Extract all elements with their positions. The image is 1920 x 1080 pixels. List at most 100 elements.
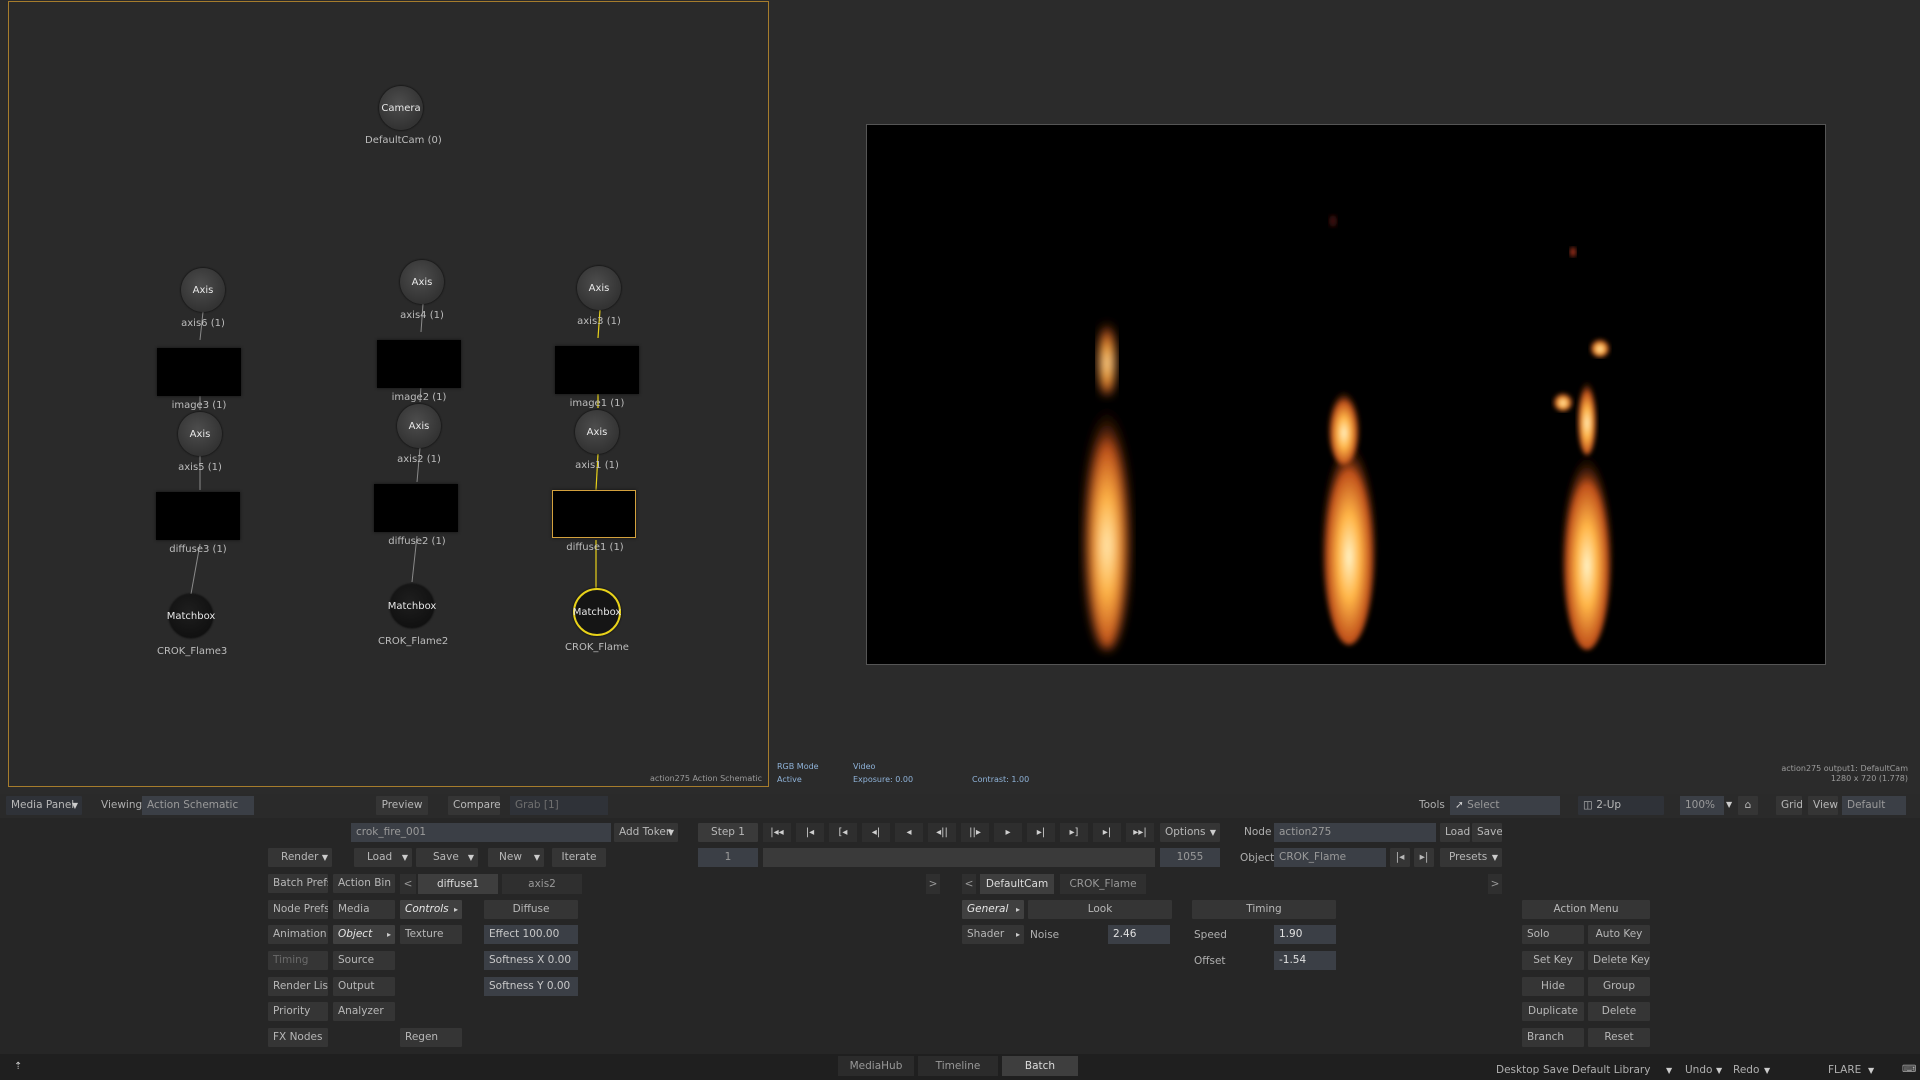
render-list-button[interactable]: Render List [268, 977, 328, 996]
view-preset-dropdown[interactable]: Default [1842, 796, 1906, 815]
select-tool-button[interactable]: ➚ Select [1450, 796, 1560, 815]
output-button[interactable]: Output [333, 977, 395, 996]
solo-button[interactable]: Solo [1522, 925, 1584, 944]
frame-scrubber[interactable] [763, 848, 1155, 867]
render-button[interactable]: Render ▼ [268, 848, 332, 867]
tab-mediahub[interactable]: MediaHub [838, 1056, 914, 1076]
source-button[interactable]: Source [333, 951, 395, 970]
step-back-keyframe-icon[interactable]: ◂| [862, 823, 890, 842]
prev-marker-icon[interactable]: [◂ [829, 823, 857, 842]
next-keyframe-icon[interactable]: ▸| [1093, 823, 1121, 842]
tab-crok-flame[interactable]: CROK_Flame [1060, 874, 1146, 894]
tabs-scroll-right-icon[interactable]: > [926, 874, 940, 894]
zoom-field[interactable]: 100% [1680, 796, 1724, 815]
matchbox-node-1[interactable]: Matchbox [573, 588, 621, 636]
current-frame-field[interactable]: 1 [698, 848, 758, 867]
softness-x-field[interactable]: Softness X 0.00 [484, 951, 578, 970]
viewing-dropdown[interactable]: Action Schematic [142, 796, 254, 815]
hide-button[interactable]: Hide [1522, 977, 1584, 996]
zoom-chevron-down-icon[interactable]: ▼ [1726, 800, 1732, 809]
axis-node-4[interactable]: Axis [400, 260, 444, 304]
grab-field[interactable]: Grab [1] [510, 796, 608, 815]
axis-node-3[interactable]: Axis [577, 266, 621, 310]
action-schematic[interactable]: Camera DefaultCam (0) Axis axis6 (1) ima… [8, 1, 769, 787]
play-reverse-icon[interactable]: ◂|| [928, 823, 956, 842]
compare-button[interactable]: Compare [448, 796, 500, 815]
tabs-scroll-right-icon-2[interactable]: > [1488, 874, 1502, 894]
two-up-button[interactable]: ◫ 2-Up [1578, 796, 1664, 815]
add-token-dropdown[interactable]: Add Token ▼ [614, 823, 678, 842]
object-button[interactable]: Object ▸ [333, 925, 395, 944]
media-panel-dropdown[interactable]: Media Panel ▼ [6, 796, 82, 815]
tab-axis2[interactable]: axis2 [502, 874, 582, 894]
branch-button[interactable]: Branch [1522, 1028, 1584, 1047]
library-dropdown[interactable]: Default Library [1572, 1064, 1650, 1076]
texture-button[interactable]: Texture [400, 925, 462, 944]
duplicate-button[interactable]: Duplicate [1522, 1002, 1584, 1021]
set-key-button[interactable]: Set Key [1522, 951, 1584, 970]
auto-key-button[interactable]: Auto Key [1588, 925, 1650, 944]
axis-node-6[interactable]: Axis [181, 268, 225, 312]
tab-batch[interactable]: Batch [1002, 1056, 1078, 1076]
node-load-button[interactable]: Load [1440, 823, 1470, 842]
timing-button[interactable]: Timing [268, 951, 328, 970]
speed-field[interactable]: 1.90 [1274, 925, 1336, 944]
delete-button[interactable]: Delete [1588, 1002, 1650, 1021]
media-button[interactable]: Media [333, 900, 395, 919]
go-to-end-icon[interactable]: ▸▸| [1126, 823, 1154, 842]
next-object-icon[interactable]: ▸| [1414, 848, 1434, 867]
offset-field[interactable]: -1.54 [1274, 951, 1336, 970]
bottom-save-button[interactable]: Save [1543, 1064, 1569, 1076]
axis-node-5[interactable]: Axis [178, 412, 222, 456]
app-chevron-down-icon[interactable]: ▼ [1868, 1066, 1874, 1075]
play-icon[interactable]: ▸ [994, 823, 1022, 842]
general-button[interactable]: General ▸ [962, 900, 1024, 919]
tabs-scroll-left-icon[interactable]: < [400, 874, 416, 894]
diffuse-node-3[interactable] [156, 492, 240, 540]
matchbox-node-2[interactable]: Matchbox [388, 584, 436, 628]
presets-dropdown[interactable]: Presets ▼ [1440, 848, 1502, 867]
analyzer-button[interactable]: Analyzer [333, 1002, 395, 1021]
tab-defaultcam[interactable]: DefaultCam [980, 874, 1054, 894]
load-setup-button[interactable]: Load ▼ [354, 848, 412, 867]
group-button[interactable]: Group [1588, 977, 1650, 996]
tab-diffuse1[interactable]: diffuse1 [418, 874, 498, 894]
home-icon[interactable]: ⌂ [1738, 796, 1758, 815]
prev-keyframe-icon[interactable]: |◂ [796, 823, 824, 842]
setup-name-field[interactable]: crok_fire_001 [351, 823, 611, 842]
prev-object-icon[interactable]: |◂ [1390, 848, 1410, 867]
diffuse-node-2[interactable] [374, 484, 458, 532]
effect-field[interactable]: Effect 100.00 [484, 925, 578, 944]
tab-timeline[interactable]: Timeline [918, 1056, 998, 1076]
image-node-1[interactable] [555, 346, 639, 394]
object-field[interactable]: CROK_Flame [1274, 848, 1386, 867]
regen-button[interactable]: Regen [400, 1028, 462, 1047]
redo-button[interactable]: Redo [1733, 1064, 1759, 1076]
node-field[interactable]: action275 [1274, 823, 1436, 842]
diffuse-node-1[interactable] [552, 490, 636, 538]
end-frame-field[interactable]: 1055 [1160, 848, 1220, 867]
animation-button[interactable]: Animation [268, 925, 328, 944]
softness-y-field[interactable]: Softness Y 0.00 [484, 977, 578, 996]
controls-button[interactable]: Controls ▸ [400, 900, 462, 919]
batch-prefs-button[interactable]: Batch Prefs [268, 874, 328, 893]
viewer-canvas[interactable] [866, 124, 1826, 665]
grid-button[interactable]: Grid [1776, 796, 1802, 815]
image-node-2[interactable] [377, 340, 461, 388]
fx-nodes-button[interactable]: FX Nodes [268, 1028, 328, 1047]
step-back-icon[interactable]: ◂ [895, 823, 923, 842]
step-forward-keyframe-icon[interactable]: ▸| [1027, 823, 1055, 842]
matchbox-node-3[interactable]: Matchbox [167, 594, 215, 638]
step-field[interactable]: Step 1 [698, 823, 758, 842]
node-save-button[interactable]: Save [1472, 823, 1502, 842]
camera-node[interactable]: Camera [379, 86, 423, 130]
image-node-3[interactable] [157, 348, 241, 396]
keyboard-icon[interactable]: ⌨ [1902, 1064, 1916, 1075]
next-marker-icon[interactable]: ▸] [1060, 823, 1088, 842]
delete-key-button[interactable]: Delete Key [1588, 951, 1650, 970]
noise-field[interactable]: 2.46 [1108, 925, 1170, 944]
priority-button[interactable]: Priority [268, 1002, 328, 1021]
library-chevron-down-icon[interactable]: ▼ [1666, 1066, 1672, 1075]
redo-chevron-down-icon[interactable]: ▼ [1764, 1066, 1770, 1075]
undo-button[interactable]: Undo [1685, 1064, 1712, 1076]
